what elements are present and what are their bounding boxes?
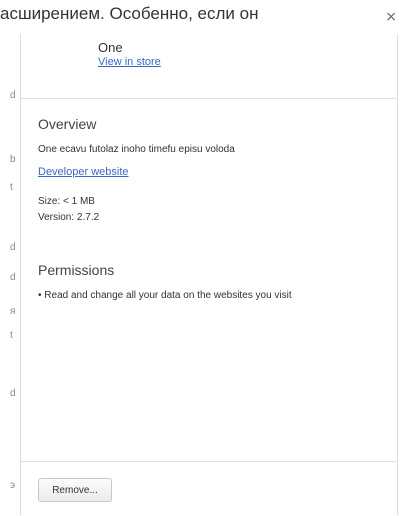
developer-website-link[interactable]: Developer website: [38, 166, 129, 178]
extension-version: Version: 2.7.2: [38, 212, 100, 223]
dialog-footer: Remove...: [21, 461, 397, 516]
background-text: t: [10, 330, 13, 341]
overview-heading: Overview: [38, 116, 97, 132]
background-text: d: [10, 242, 16, 253]
extension-info-dialog: One View in store Overview One ecavu fut…: [20, 34, 398, 516]
permissions-heading: Permissions: [38, 262, 115, 278]
background-text: э: [10, 480, 16, 491]
extension-name: One: [98, 40, 123, 55]
remove-button[interactable]: Remove...: [38, 478, 112, 502]
header-divider: [21, 98, 397, 99]
close-icon[interactable]: ×: [385, 9, 397, 25]
dialog-header: One View in store: [21, 34, 397, 98]
permission-item: • Read and change all your data on the w…: [38, 290, 292, 301]
background-text: d: [10, 272, 16, 283]
extension-description: One ecavu futolaz inoho timefu episu vol…: [38, 144, 235, 155]
background-text: t: [10, 182, 13, 193]
background-heading-text: асширением. Особенно, если он: [0, 4, 259, 23]
background-page-edge: d b t d d я t d э: [0, 0, 22, 515]
background-text: b: [10, 154, 16, 165]
background-text: d: [10, 90, 16, 101]
view-in-store-link[interactable]: View in store: [98, 56, 161, 68]
background-text: d: [10, 388, 16, 399]
background-text: я: [10, 306, 16, 317]
extension-size: Size: < 1 MB: [38, 196, 95, 207]
